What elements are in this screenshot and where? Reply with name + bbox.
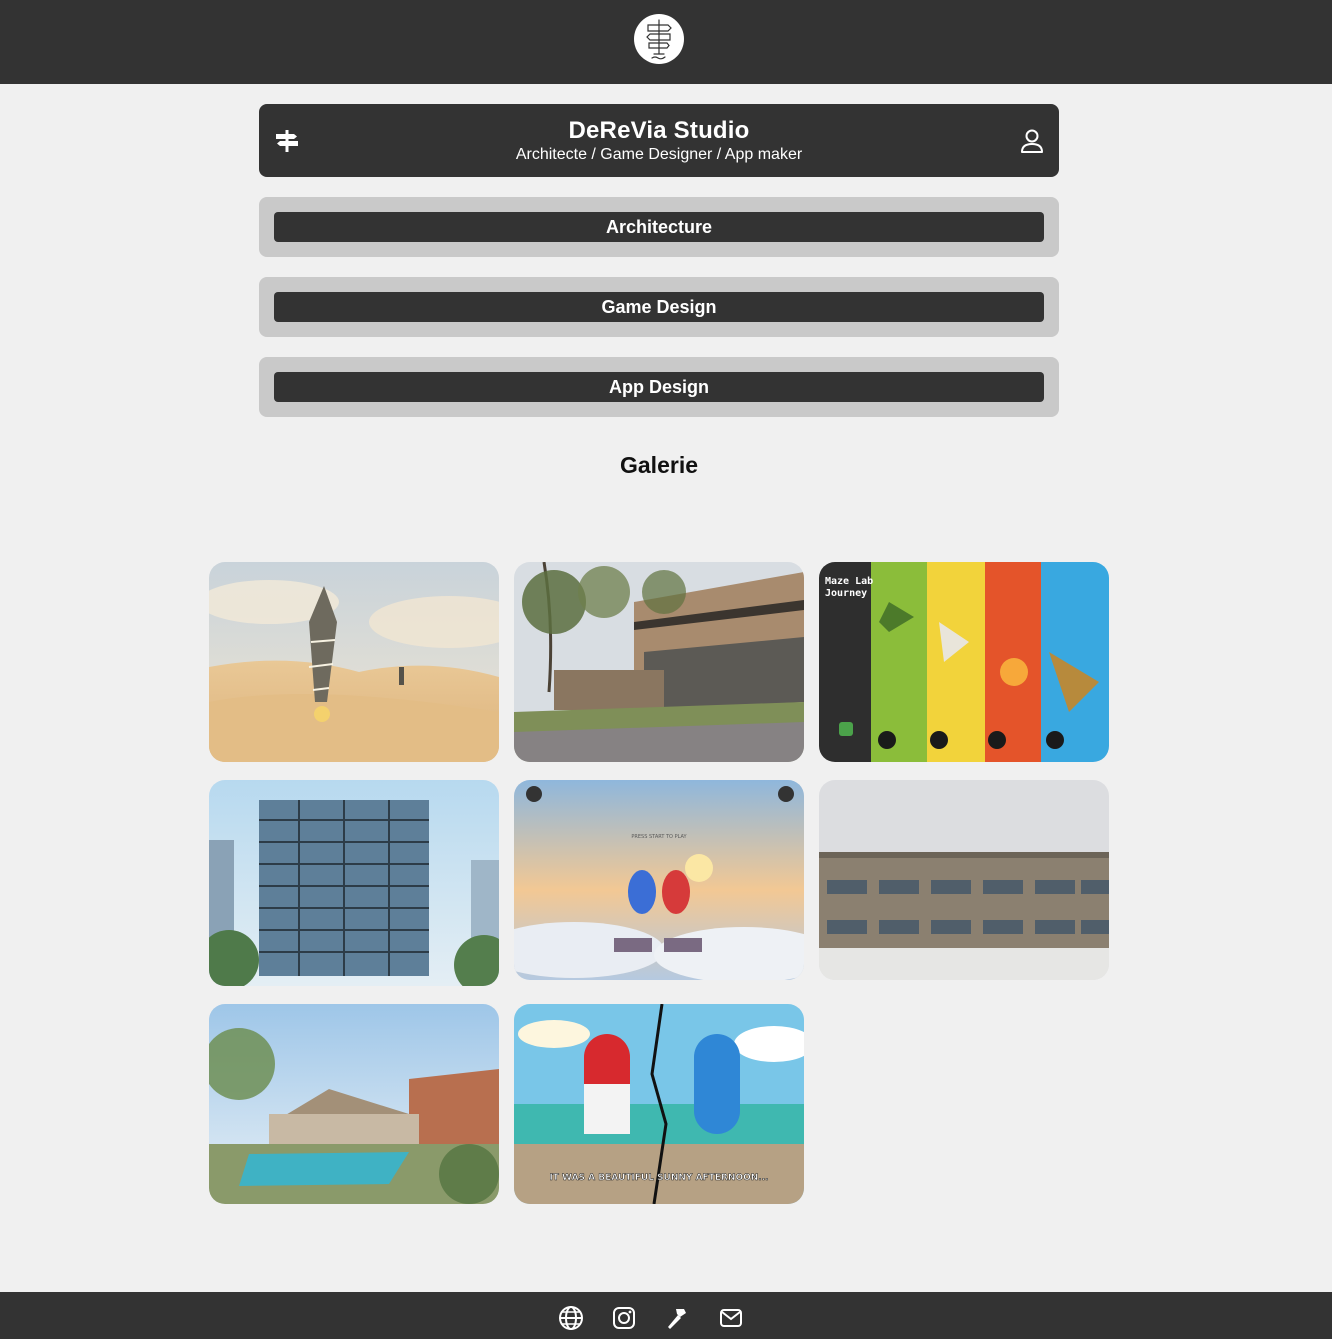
game-design-button[interactable]: Game Design: [274, 292, 1044, 322]
top-bar: [0, 0, 1332, 84]
category-block-architecture: Architecture: [259, 197, 1059, 257]
hammer-icon[interactable]: [664, 1305, 690, 1331]
gallery-image-desert-obelisk[interactable]: [209, 562, 499, 762]
svg-text:Maze Lab: Maze Lab: [825, 576, 873, 587]
gallery-title: Galerie: [620, 452, 698, 478]
app-design-button[interactable]: App Design: [274, 372, 1044, 402]
gallery-image-glass-tower[interactable]: [209, 780, 499, 986]
mail-icon[interactable]: [718, 1305, 744, 1331]
gallery-image-pill-comic[interactable]: IT WAS A BEAUTIFUL SUNNY AFTERNOON...: [514, 1004, 804, 1204]
category-block-app-design: App Design: [259, 357, 1059, 417]
press-start-text: PRESS START TO PLAY: [631, 834, 687, 840]
gallery-image-maze-lab-journey[interactable]: Maze Lab Journey: [819, 562, 1109, 762]
gallery-image-pill-fight-game[interactable]: PRESS START TO PLAY: [514, 780, 804, 980]
globe-icon[interactable]: [558, 1305, 584, 1331]
architecture-button[interactable]: Architecture: [274, 212, 1044, 242]
footer: [0, 1292, 1332, 1339]
signpost-sketch-logo-icon: [646, 19, 672, 60]
comic-caption: IT WAS A BEAUTIFUL SUNNY AFTERNOON...: [549, 1173, 768, 1183]
category-block-game-design: Game Design: [259, 277, 1059, 337]
user-icon[interactable]: [1017, 126, 1047, 156]
instagram-icon[interactable]: [611, 1305, 637, 1331]
studio-logo[interactable]: [634, 14, 684, 64]
gallery-image-pool-pavilion[interactable]: [209, 1004, 499, 1204]
gallery-image-courtyard-building[interactable]: [514, 562, 804, 762]
site-subtitle: Architecte / Game Designer / App maker: [515, 146, 803, 163]
header-card: DeReVia Studio Architecte / Game Designe…: [259, 104, 1059, 177]
svg-text:Journey: Journey: [825, 588, 867, 599]
gallery-image-long-facade[interactable]: [819, 780, 1109, 980]
site-title: DeReVia Studio: [568, 117, 750, 144]
